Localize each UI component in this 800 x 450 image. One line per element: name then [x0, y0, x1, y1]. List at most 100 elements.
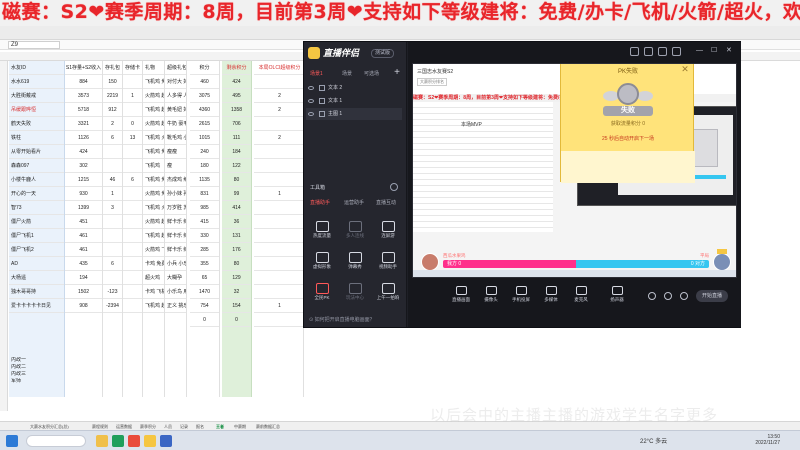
cell[interactable]: -123: [103, 285, 122, 299]
close-icon[interactable]: ✕: [726, 46, 732, 56]
cell[interactable]: 6: [103, 257, 122, 271]
cell[interactable]: 0: [190, 313, 219, 327]
cell[interactable]: [103, 159, 122, 173]
cell[interactable]: 4360: [190, 103, 219, 117]
cell[interactable]: 火箭鸡 免费: [143, 187, 164, 201]
cell[interactable]: 对付大 好轻松: [165, 75, 186, 89]
cell[interactable]: 飞机鸡 超火鸡: [143, 103, 164, 117]
cell[interactable]: 2219: [103, 89, 122, 103]
cell[interactable]: 铁柱: [9, 131, 64, 145]
cell[interactable]: [103, 243, 122, 257]
cell[interactable]: 180: [190, 159, 219, 173]
gear-icon[interactable]: [390, 183, 398, 191]
cell[interactable]: 1215: [65, 173, 102, 187]
header-s2[interactable]: 存礼包: [103, 61, 122, 75]
cell[interactable]: 460: [190, 75, 219, 89]
cell[interactable]: 13: [123, 131, 142, 145]
cell[interactable]: [103, 145, 122, 159]
cell[interactable]: 内政一: [9, 357, 65, 364]
cell[interactable]: 飞机鸡: [143, 159, 164, 173]
tool-video-assistant[interactable]: 视频助手: [374, 250, 402, 278]
cell[interactable]: 111: [222, 131, 251, 145]
cell[interactable]: [254, 173, 303, 187]
cell[interactable]: 瘦瘦: [165, 145, 186, 159]
cell[interactable]: 孙小妹 孙小妹: [165, 187, 186, 201]
btn-media[interactable]: 多媒体: [538, 286, 564, 304]
header-mark[interactable]: 本局OLCI超级积分: [254, 61, 303, 75]
cell[interactable]: 5718: [65, 103, 102, 117]
chat-icon[interactable]: [658, 47, 667, 56]
cell[interactable]: 1: [254, 187, 303, 201]
add-source-icon[interactable]: +: [394, 67, 400, 79]
cell[interactable]: 1: [103, 187, 122, 201]
sheet-tab[interactable]: 赛前数据汇总: [256, 423, 280, 430]
cell[interactable]: [254, 75, 303, 89]
header-rank[interactable]: 剩余积分: [222, 61, 251, 75]
cell[interactable]: [254, 257, 303, 271]
browser-icon[interactable]: [128, 435, 140, 447]
cell[interactable]: [123, 243, 142, 257]
cell[interactable]: 2: [103, 117, 122, 131]
cell[interactable]: 超火鸡: [143, 271, 164, 285]
layer-item-selected[interactable]: 主图 1: [306, 108, 402, 120]
tab-ops-assistant[interactable]: 运营助手: [344, 199, 364, 207]
cell[interactable]: [254, 229, 303, 243]
sheet-tab[interactable]: 记录: [180, 423, 188, 430]
cell[interactable]: 大糊孕: [165, 271, 186, 285]
tab-live-interaction[interactable]: 直播互动: [376, 199, 396, 207]
cell[interactable]: 912: [103, 103, 122, 117]
cell[interactable]: 330: [190, 229, 219, 243]
cell[interactable]: 285: [190, 243, 219, 257]
cell[interactable]: 瘦: [165, 159, 186, 173]
cell[interactable]: 0: [123, 117, 142, 131]
cell[interactable]: 32: [222, 285, 251, 299]
mail-icon[interactable]: [644, 47, 653, 56]
header-gift2[interactable]: 超级礼包: [165, 61, 186, 75]
sheet-tab[interactable]: 中赛期: [234, 423, 246, 430]
cell[interactable]: 牛奶 豪毛鸡: [165, 117, 186, 131]
cell[interactable]: 6: [103, 131, 122, 145]
cell[interactable]: 131: [222, 229, 251, 243]
cell[interactable]: 吊缓跟哗恒: [9, 103, 64, 117]
cell[interactable]: 831: [190, 187, 219, 201]
cell[interactable]: 飞机鸡 免费: [143, 173, 164, 187]
gear-icon[interactable]: [680, 292, 688, 300]
cell[interactable]: 内政三: [9, 371, 65, 378]
folder-icon[interactable]: [96, 435, 108, 447]
minimize-icon[interactable]: —: [696, 46, 703, 56]
header-gift[interactable]: 礼物: [143, 61, 164, 75]
help-link[interactable]: ⊙ 如何把开启直播电脑画面？: [309, 316, 375, 323]
cell[interactable]: [123, 299, 142, 313]
sheet-tab[interactable]: 人员: [164, 423, 172, 430]
cell[interactable]: 985: [190, 201, 219, 215]
cell[interactable]: 飞机鸡 免费: [143, 75, 164, 89]
cell[interactable]: [103, 271, 122, 285]
record-icon[interactable]: [648, 292, 656, 300]
cell[interactable]: 355: [190, 257, 219, 271]
cell[interactable]: 水水619: [9, 75, 64, 89]
message-icon[interactable]: [630, 47, 639, 56]
cell[interactable]: 僵尸飞机1: [9, 229, 64, 243]
cell[interactable]: 302: [65, 159, 102, 173]
cell[interactable]: 884: [65, 75, 102, 89]
cell[interactable]: 122: [222, 159, 251, 173]
cell[interactable]: [123, 201, 142, 215]
cell[interactable]: 150: [103, 75, 122, 89]
weather-label[interactable]: 22°C 多云: [640, 436, 667, 445]
cell[interactable]: 飞机鸡 火箭鸡: [143, 131, 164, 145]
cell[interactable]: [123, 285, 142, 299]
cell[interactable]: 1399: [65, 201, 102, 215]
cell[interactable]: 小乐鸟 用幸: [165, 285, 186, 299]
spreadsheet-icon[interactable]: [112, 435, 124, 447]
cell[interactable]: 火箭鸡 超火鸡: [143, 215, 164, 229]
tool-avatar[interactable]: 虚拟形象: [308, 250, 336, 278]
layer-item[interactable]: 文本 1: [306, 95, 402, 107]
cell[interactable]: [123, 145, 142, 159]
cell[interactable]: 3: [103, 201, 122, 215]
cell[interactable]: 正义 挑乐: [165, 299, 186, 313]
chat-app-icon[interactable]: [160, 435, 172, 447]
live-preview[interactable]: 三国志水友赛S2 大赛积分排名 磁赛：S2❤赛季周期：8周，目前第3周❤支持如下…: [412, 63, 737, 278]
cell[interactable]: 65: [190, 271, 219, 285]
live-app-icon[interactable]: [144, 435, 156, 447]
cell[interactable]: 火箭鸡 超火鸡: [143, 117, 164, 131]
